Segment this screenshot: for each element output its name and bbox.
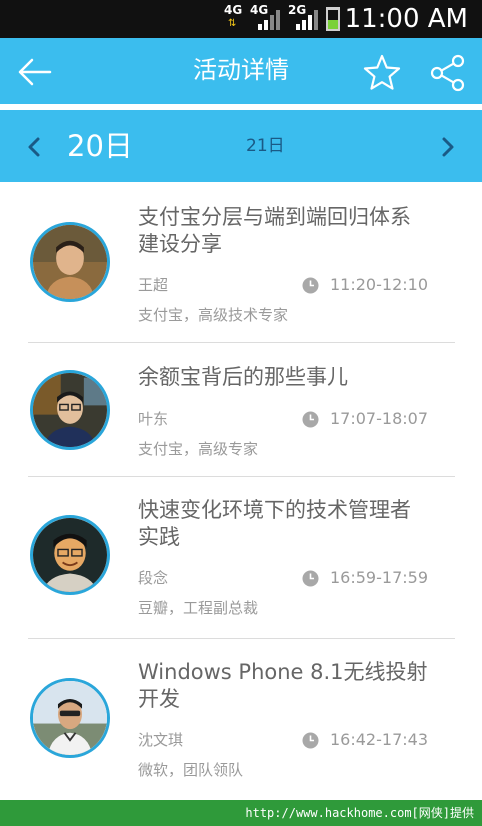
session-time: 17:07-18:07 bbox=[330, 409, 428, 428]
session-title: 快速变化环境下的技术管理者 bbox=[138, 498, 411, 522]
signal-bars-icon bbox=[258, 10, 280, 30]
tab-day-current[interactable]: 20日 bbox=[67, 128, 133, 164]
clock-icon bbox=[302, 570, 319, 587]
session-role: 豆瓣，工程副总裁 bbox=[138, 599, 259, 617]
watermark-credit: http://www.hackhome.com[网侠]提供 bbox=[245, 806, 474, 820]
session-role: 支付宝，高级专家 bbox=[138, 440, 259, 458]
list-item[interactable]: 支付宝分层与端到端回归体系 建设分享 王超 11:20-12:10 支付宝，高级… bbox=[0, 182, 482, 342]
watermark-bar: http://www.hackhome.com[网侠]提供 bbox=[0, 800, 482, 826]
battery-level bbox=[328, 20, 338, 29]
data-activity-icon: ⇅ bbox=[228, 18, 237, 29]
session-title: 余额宝背后的那些事儿 bbox=[138, 365, 348, 389]
tab-day-next[interactable]: 21日 bbox=[246, 134, 285, 158]
session-title: Windows Phone 8.1无线投射 bbox=[138, 660, 428, 684]
chevron-right-icon[interactable] bbox=[436, 133, 460, 161]
list-item[interactable]: Windows Phone 8.1无线投射 开发 沈文琪 16:42-17:43… bbox=[0, 639, 482, 800]
session-title-line2: 实践 bbox=[138, 525, 180, 549]
signal-bars-icon-2 bbox=[296, 10, 318, 30]
session-title: 支付宝分层与端到端回归体系 bbox=[138, 205, 411, 229]
list-item[interactable]: 快速变化环境下的技术管理者 实践 段念 16:59-17:59 豆瓣，工程副总裁 bbox=[0, 477, 482, 637]
network-4g-label: 4G bbox=[224, 3, 243, 17]
session-title-line2: 开发 bbox=[138, 687, 180, 711]
avatar bbox=[30, 222, 110, 302]
page-title: 活动详情 bbox=[193, 56, 289, 84]
day-selector: 20日 21日 bbox=[0, 110, 482, 182]
clock-icon bbox=[302, 411, 319, 428]
session-role: 微软，团队领队 bbox=[138, 761, 244, 779]
session-time: 11:20-12:10 bbox=[330, 275, 428, 294]
session-role: 支付宝，高级技术专家 bbox=[138, 306, 289, 324]
status-time: 11:00 AM bbox=[344, 4, 468, 34]
list-item[interactable]: 余额宝背后的那些事儿 叶东 17:07-18:07 支付宝，高级专家 bbox=[0, 343, 482, 476]
session-time: 16:59-17:59 bbox=[330, 568, 428, 587]
clock-icon bbox=[302, 732, 319, 749]
session-speaker: 叶东 bbox=[138, 410, 169, 428]
app-bar: 活动详情 bbox=[0, 38, 482, 104]
chevron-left-icon[interactable] bbox=[22, 133, 46, 161]
session-title-line2: 建设分享 bbox=[138, 232, 222, 256]
share-icon[interactable] bbox=[428, 53, 468, 93]
avatar bbox=[30, 370, 110, 450]
session-speaker: 沈文琪 bbox=[138, 731, 184, 749]
session-time: 16:42-17:43 bbox=[330, 730, 428, 749]
session-list: 支付宝分层与端到端回归体系 建设分享 王超 11:20-12:10 支付宝，高级… bbox=[0, 182, 482, 800]
avatar bbox=[30, 515, 110, 595]
star-icon[interactable] bbox=[362, 53, 402, 93]
session-speaker: 段念 bbox=[138, 569, 169, 587]
session-speaker: 王超 bbox=[138, 276, 169, 294]
status-bar: 4G ⇅ 4G 2G 11:00 AM bbox=[0, 0, 482, 38]
avatar bbox=[30, 678, 110, 758]
battery-icon bbox=[326, 7, 340, 31]
clock-icon bbox=[302, 277, 319, 294]
